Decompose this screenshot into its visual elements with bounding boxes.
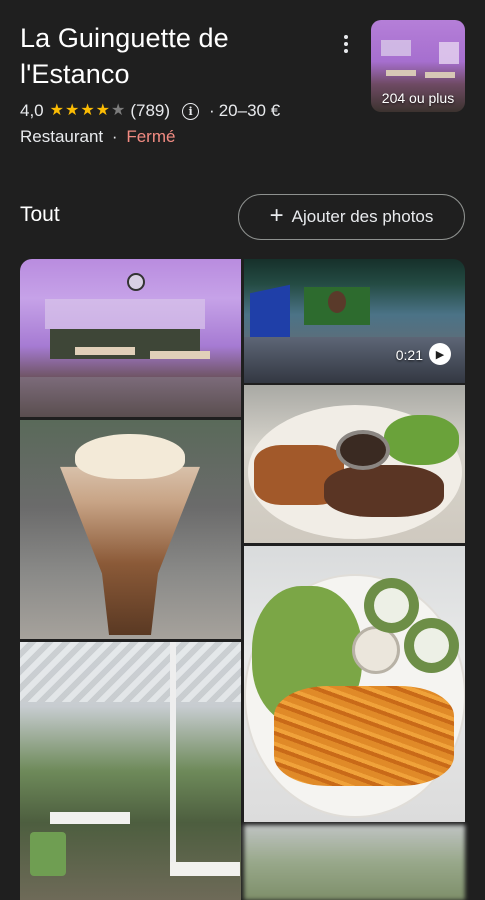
plus-icon: + — [269, 202, 284, 229]
price-separator: · — [209, 101, 215, 120]
rating-row[interactable]: 4,0 ★ ★ ★ ★ ★ (789) i · 20–30 € — [20, 99, 280, 123]
add-photos-label: Ajouter des photos — [291, 207, 434, 226]
review-count: (789) — [130, 101, 171, 120]
photo-terrace[interactable] — [20, 642, 241, 900]
photo-partial[interactable] — [244, 825, 465, 900]
category: Restaurant — [20, 127, 104, 146]
photo-count-label: 204 ou plus — [381, 90, 455, 106]
photo-thumbnail[interactable]: 204 ou plus — [371, 20, 465, 112]
open-status: Fermé — [126, 127, 176, 146]
video-thumbnail[interactable]: 0:21 ▶ — [244, 259, 465, 383]
place-title: La Guinguette de l'Estanco — [20, 23, 229, 89]
photo-dessert[interactable] — [20, 420, 241, 639]
photos-section-title: Tout — [20, 203, 60, 226]
star-icon: ★ — [64, 102, 80, 119]
photo-interior[interactable] — [20, 259, 241, 417]
star-icon: ★ — [95, 102, 111, 119]
play-icon[interactable]: ▶ — [429, 343, 451, 365]
add-photos-button[interactable]: + Ajouter des photos — [238, 194, 465, 240]
video-duration: 0:21 — [395, 347, 423, 363]
photo-steak-dish[interactable] — [244, 385, 465, 543]
star-icon: ★ — [49, 102, 64, 119]
category-row: Restaurant · Fermé — [20, 126, 175, 148]
rating-value: 4,0 — [20, 101, 44, 120]
photo-salad-fries[interactable] — [244, 546, 465, 822]
star-icon: ★ — [111, 102, 126, 119]
more-vert-icon — [344, 35, 348, 39]
price-range: 20–30 € — [218, 101, 281, 120]
more-options-button[interactable] — [332, 30, 360, 58]
star-rating: ★ ★ ★ ★ ★ — [50, 103, 127, 119]
info-icon[interactable]: i — [182, 102, 200, 120]
category-separator: · — [111, 127, 118, 146]
star-icon: ★ — [80, 102, 95, 119]
